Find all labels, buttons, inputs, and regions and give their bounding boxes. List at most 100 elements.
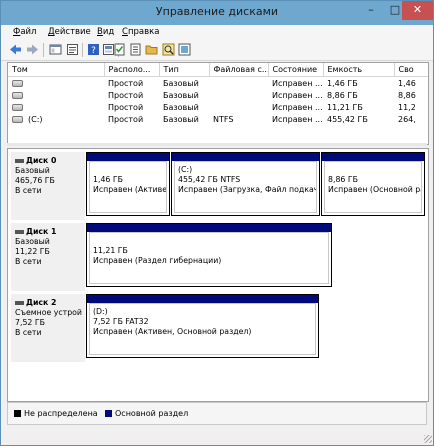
menu-bar: Файл Действие Вид Справка (1, 25, 433, 40)
close-button[interactable]: ✕ (402, 1, 433, 20)
type-cell: Базовый (163, 90, 199, 100)
disk-1-label[interactable]: Диск 1 Базовый 11,22 ГБ В сети (11, 223, 85, 291)
capacity-cell: 1,46 ГБ (327, 78, 358, 88)
capacity-cell: 11,21 ГБ (327, 102, 363, 112)
partition-body: (D:) 7,52 ГБ FAT32 Исправен (Активен, Ос… (89, 303, 316, 355)
layout-cell: Простой (108, 78, 144, 88)
partition-label: (C:) (178, 165, 193, 174)
filesystem-cell (209, 77, 268, 90)
minimize-button[interactable]: – (359, 1, 383, 20)
menu-action-label: ействие (54, 27, 91, 37)
partition-size: 1,46 ГБ (93, 175, 123, 184)
folder-icon[interactable] (145, 43, 158, 56)
legend-label-primary: Основной раздел (115, 409, 189, 418)
disk-management-window: Управление дисками – □ ✕ Файл Действие В… (0, 0, 434, 446)
layout-cell: Простой (108, 102, 144, 112)
partition[interactable]: (D:) 7,52 ГБ FAT32 Исправен (Активен, Ос… (86, 294, 319, 358)
partition[interactable]: 1,46 ГБ Исправен (Активе (86, 152, 170, 216)
disk-name: Диск 0 (15, 156, 85, 166)
disk-name: Диск 2 (15, 298, 85, 308)
list-scrollbar[interactable] (7, 143, 427, 146)
resize-grip[interactable] (424, 435, 432, 443)
disk-type: Съемное устрой (15, 308, 83, 317)
partition[interactable]: 11,21 ГБ Исправен (Раздел гибернации) (86, 223, 332, 287)
menu-help-label: правка (127, 27, 160, 37)
partition[interactable]: 8,86 ГБ Исправен (Основной раз (321, 152, 425, 216)
volume-icon (12, 103, 23, 111)
free-space-cell: 1,46 (398, 78, 416, 88)
column-header-type[interactable]: Тип (159, 63, 210, 77)
column-header-row: Том Располо... Тип Файловая с... Состоян… (8, 63, 428, 77)
volume-icon (12, 79, 23, 87)
table-row[interactable]: Простой Базовый Исправен ... 11,21 ГБ 11… (8, 101, 428, 113)
partition-type-bar (322, 153, 424, 161)
menu-help[interactable]: Справка (122, 27, 159, 37)
disk-type: Базовый (15, 237, 50, 246)
volume-name: (C:) (28, 114, 43, 124)
menu-view[interactable]: Вид (97, 27, 114, 37)
column-header-free-space[interactable]: Сво (394, 63, 428, 77)
status-bar (1, 427, 433, 445)
disk-name: Диск 1 (15, 227, 85, 237)
search-icon[interactable] (162, 43, 175, 56)
title-bar[interactable]: Управление дисками – □ ✕ (1, 1, 433, 25)
disk-1-name: Диск 1 (26, 227, 57, 236)
svg-text:?: ? (91, 46, 96, 56)
partition-size: 11,21 ГБ (93, 246, 128, 255)
volume-cell: (C:) (8, 113, 104, 125)
partition-body: (C:) 455,42 ГБ NTFS Исправен (Загрузка, … (174, 161, 317, 213)
column-header-volume[interactable]: Том (8, 63, 105, 77)
open-icon[interactable] (129, 43, 142, 56)
volume-list: Том Располо... Тип Файловая с... Состоян… (7, 62, 429, 145)
volume-cell (8, 89, 104, 101)
table-row[interactable]: Простой Базовый Исправен ... 8,86 ГБ 8,8… (8, 89, 428, 101)
column-header-capacity[interactable]: Емкость (323, 63, 395, 77)
partition-body: 11,21 ГБ Исправен (Раздел гибернации) (89, 232, 329, 284)
volume-icon (12, 115, 23, 123)
layout-cell: Простой (108, 114, 144, 124)
disk-2-label[interactable]: Диск 2 Съемное устрой 7,52 ГБ В сети (11, 294, 85, 362)
filesystem-cell (209, 101, 268, 113)
forward-icon[interactable] (26, 43, 39, 56)
volume-cell (8, 77, 104, 90)
properties-icon[interactable] (66, 43, 79, 56)
type-cell: Базовый (163, 102, 199, 112)
console-icon[interactable] (49, 43, 62, 56)
back-icon[interactable] (9, 43, 22, 56)
type-cell: Базовый (163, 114, 199, 124)
volume-table: Том Располо... Тип Файловая с... Состоян… (8, 63, 428, 125)
partition-type-bar (87, 153, 169, 161)
help-icon[interactable]: ? (87, 43, 100, 56)
disk-0-label[interactable]: Диск 0 Базовый 465,76 ГБ В сети (11, 152, 85, 220)
partition-label: (D:) (93, 307, 108, 316)
partition-status: Исправен (Активе (93, 185, 167, 194)
menu-action[interactable]: Действие (48, 27, 91, 37)
column-header-layout[interactable]: Располо... (104, 63, 160, 77)
disk-size: 7,52 ГБ (15, 318, 45, 327)
layout-cell: Простой (108, 90, 144, 100)
table-row[interactable]: Простой Базовый Исправен ... 1,46 ГБ 1,4… (8, 77, 428, 90)
disk-2-name: Диск 2 (26, 298, 57, 307)
toolbar-separator (82, 43, 83, 57)
partition-body: 8,86 ГБ Исправен (Основной раз (324, 161, 422, 213)
menu-file-label: айл (20, 27, 37, 37)
menu-file[interactable]: Файл (13, 27, 37, 37)
column-header-status[interactable]: Состояние (268, 63, 324, 77)
filesystem-cell: NTFS (213, 114, 234, 124)
table-row[interactable]: (C:) Простой Базовый NTFS Исправен ... 4… (8, 113, 428, 125)
disk-icon (15, 230, 24, 234)
disk-0-name: Диск 0 (26, 156, 57, 165)
legend-label-unallocated: Не распределена (24, 409, 98, 418)
partition-type-bar (87, 295, 318, 303)
partition-size: 455,42 ГБ NTFS (178, 175, 241, 184)
partition-body: 1,46 ГБ Исправен (Активе (89, 161, 167, 213)
partition-status: Исправен (Раздел гибернации) (93, 256, 222, 265)
rescan-icon[interactable] (178, 43, 191, 56)
capacity-cell: 455,42 ГБ (327, 114, 368, 124)
partition[interactable]: (C:) 455,42 ГБ NTFS Исправен (Загрузка, … (171, 152, 320, 216)
column-header-filesystem[interactable]: Файловая с... (209, 63, 269, 77)
volume-icon (12, 91, 23, 99)
checklist-icon[interactable] (113, 43, 126, 56)
partition-status: Исправен (Загрузка, Файл подкачк (178, 185, 317, 194)
legend: Не распределена Основной раздел (7, 402, 427, 425)
